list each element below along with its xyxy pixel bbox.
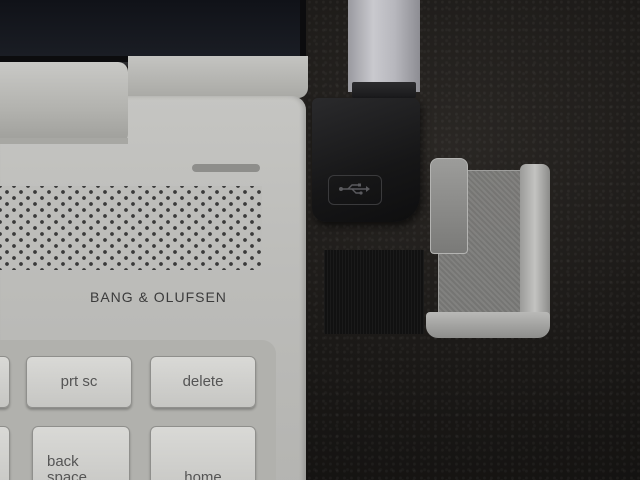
usb-trident-icon [339,183,370,195]
key-label: delete [182,373,224,390]
printed-clip-left-tab [430,158,468,254]
usb-c-cable [348,0,420,92]
laptop-hinge-left [0,62,128,142]
key-prt-sc[interactable]: prt sc [26,356,132,408]
velcro-strip [324,250,424,334]
key-home[interactable]: home [150,426,256,480]
key-partial-left-bottom[interactable] [0,426,10,480]
speaker-grille [0,186,262,270]
key-backspace[interactable]: back space [32,426,130,480]
printed-clip-base [426,312,550,338]
key-label-line2: space [47,469,88,480]
key-partial-left-top[interactable] [0,356,10,408]
photo-scene: BANG & OLUFSEN prt sc delete back space … [0,0,640,480]
status-indicator-bar [192,164,260,172]
cable-collar [352,82,416,98]
laptop-hinge-right [128,56,308,98]
brand-label: BANG & OLUFSEN [90,289,227,305]
key-label: home [184,469,222,480]
key-label-line1: back [47,453,79,470]
hinge-shadow [0,138,128,144]
printed-clip-right-side [520,164,550,332]
key-delete[interactable]: delete [150,356,256,408]
laptop-screen-glass [0,0,300,56]
key-label: prt sc [60,373,98,390]
